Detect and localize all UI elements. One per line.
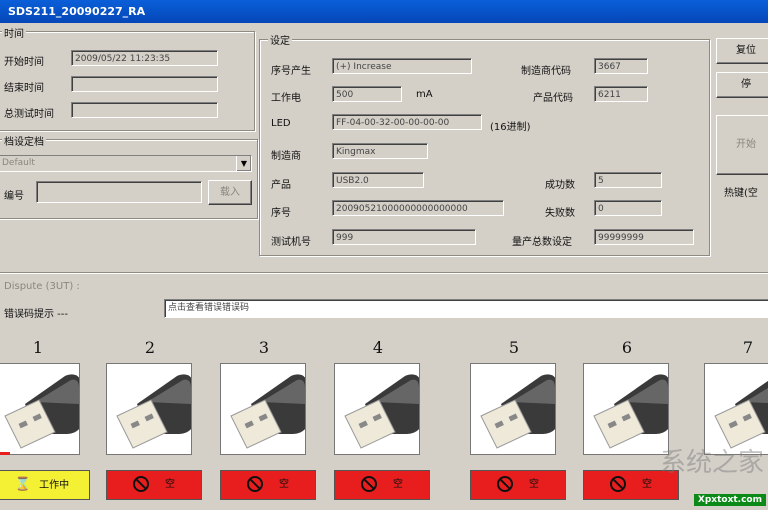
vid-label: 制造商代码 (521, 66, 571, 77)
current-field: 500 (332, 86, 402, 102)
code-label: 编号 (4, 191, 24, 202)
usb-drive-icon (4, 374, 79, 449)
slot-number: 3 (258, 338, 270, 357)
total-time-label: 总测试时间 (4, 109, 54, 120)
stop-button[interactable]: 停 (716, 72, 768, 98)
slot-number: 2 (144, 338, 156, 357)
chevron-down-icon[interactable]: ▼ (236, 156, 251, 171)
config-select[interactable]: Default ▼ (0, 155, 252, 172)
slot-device-image[interactable] (334, 363, 420, 455)
slot-indicator (0, 452, 10, 455)
slot-number: 5 (508, 338, 520, 357)
config-group-title: 档设定档 (2, 133, 46, 148)
serial-gen-label: 序号产生 (271, 66, 311, 77)
total-set-label: 量产总数设定 (512, 237, 572, 248)
slot-status-text: 空 (393, 479, 403, 490)
end-time-field (71, 76, 218, 92)
serial-gen-field: (+) Increase (332, 58, 472, 74)
window-title: SDS211_20090227_RA (0, 0, 768, 23)
current-label: 工作电 (271, 93, 301, 104)
slot-status-text: 空 (279, 479, 289, 490)
product-field: USB2.0 (332, 172, 424, 188)
slot-status: 空 (334, 470, 430, 500)
slot-number: 6 (621, 338, 633, 357)
config-select-value: Default (2, 158, 35, 168)
slot-status-text: 空 (165, 479, 175, 490)
slot-number: 4 (372, 338, 384, 357)
separator (0, 272, 768, 274)
start-time-field: 2009/05/22 11:23:35 (71, 50, 218, 66)
slot-status: 空 (106, 470, 202, 500)
load-button[interactable]: 载入 (208, 180, 252, 205)
total-set-field: 99999999 (594, 229, 694, 245)
hint-label: 错误码提示 --- (4, 309, 69, 320)
code-field[interactable] (36, 181, 202, 203)
usb-drive-icon (230, 374, 305, 449)
slot-device-image[interactable] (106, 363, 192, 455)
slot-number: 7 (742, 338, 754, 357)
section-label: Dispute (3UT) : (4, 281, 80, 292)
slot-status-text: 工作中 (39, 480, 70, 491)
led-note: (16进制) (490, 122, 531, 133)
end-time-label: 结束时间 (4, 83, 44, 94)
start-button[interactable]: 开始 (716, 115, 768, 175)
no-device-icon (610, 476, 626, 492)
watermark-url: Xpxtoxt.com (693, 494, 766, 506)
no-device-icon (497, 476, 513, 492)
slot-number: 1 (32, 338, 44, 357)
tester-field: 999 (332, 229, 476, 245)
config-group (0, 139, 258, 219)
tester-label: 测试机号 (271, 237, 311, 248)
no-device-icon (247, 476, 263, 492)
fail-field: 0 (594, 200, 662, 216)
success-label: 成功数 (545, 180, 575, 191)
start-time-label: 开始时间 (4, 57, 44, 68)
usb-drive-icon (480, 374, 555, 449)
time-group-title: 时间 (2, 25, 26, 40)
slot-device-image[interactable] (470, 363, 556, 455)
product-label: 产品 (271, 180, 291, 191)
hint-field[interactable]: 点击查看错误错误码 (164, 299, 768, 318)
success-field: 5 (594, 172, 662, 188)
serial-field: 20090521000000000000000 (332, 200, 504, 216)
slot-device-image[interactable] (0, 363, 80, 455)
slot-status-text: 空 (529, 479, 539, 490)
pid-field: 6211 (594, 86, 648, 102)
current-unit: mA (416, 89, 433, 100)
vendor-field: Kingmax (332, 143, 428, 159)
settings-group-title: 设定 (268, 32, 292, 47)
pid-label: 产品代码 (533, 93, 573, 104)
hourglass-icon: ⌛ (14, 477, 32, 492)
reset-button[interactable]: 复位 (716, 38, 768, 64)
usb-drive-icon (116, 374, 191, 449)
no-device-icon (133, 476, 149, 492)
watermark-text: 系统之家 (659, 448, 764, 478)
total-time-field (71, 102, 218, 118)
led-label: LED (271, 118, 291, 129)
vendor-label: 制造商 (271, 151, 301, 162)
vid-field: 3667 (594, 58, 648, 74)
slot-status: ⌛ 工作中 (0, 470, 90, 500)
usb-drive-icon (344, 374, 419, 449)
watermark: 系统之家 Xpxtoxt.com (628, 438, 768, 510)
no-device-icon (361, 476, 377, 492)
serial-label: 序号 (271, 208, 291, 219)
slot-status: 空 (220, 470, 316, 500)
slot-status: 空 (470, 470, 566, 500)
hotkey-label: 热键(空 (724, 188, 758, 199)
fail-label: 失败数 (545, 208, 575, 219)
slot-device-image[interactable] (220, 363, 306, 455)
led-field: FF-04-00-32-00-00-00-00 (332, 114, 482, 130)
